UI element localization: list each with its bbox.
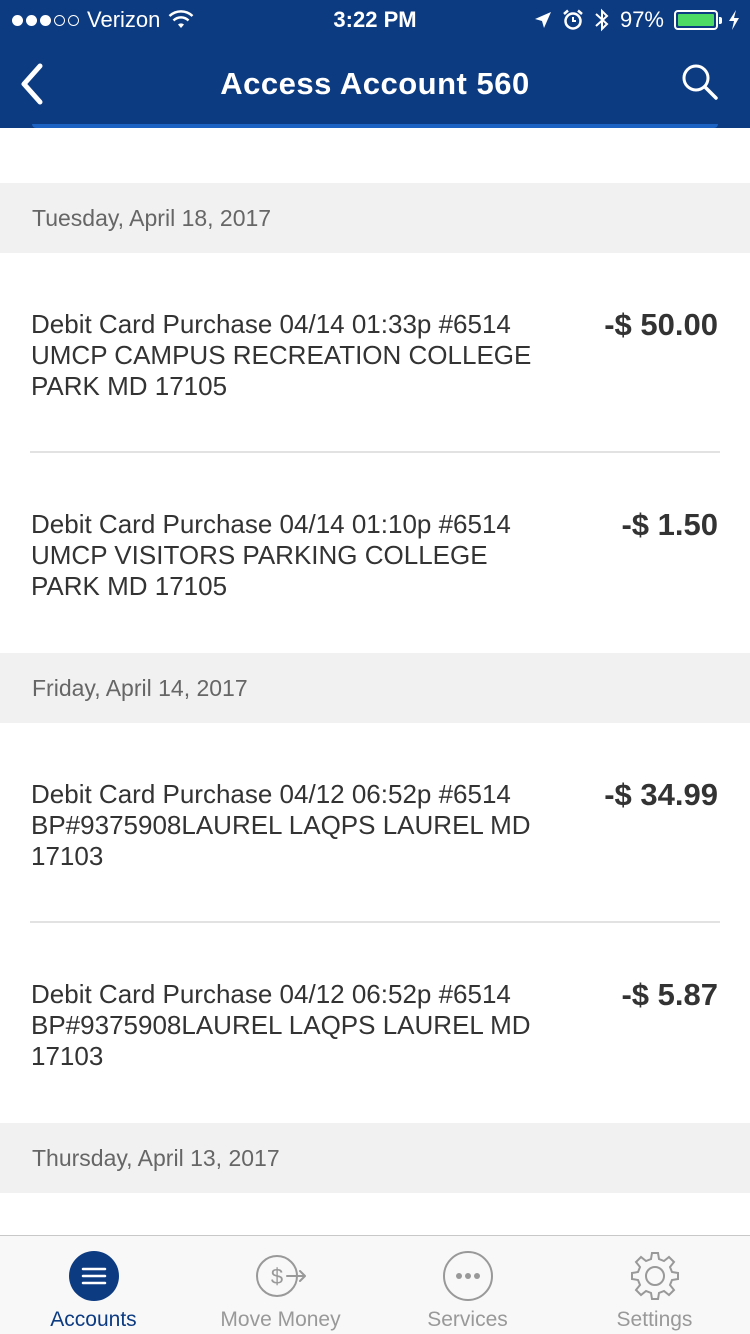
dollar-transfer-icon: $ — [255, 1255, 306, 1297]
battery-icon — [674, 10, 722, 30]
gear-icon — [630, 1252, 679, 1300]
charging-bolt-icon — [729, 10, 739, 30]
tab-settings[interactable]: Settings — [561, 1236, 748, 1334]
transaction-row[interactable]: Debit Card Purchase 04/12 06:52p #6514 B… — [0, 923, 750, 1123]
search-icon — [682, 64, 718, 100]
app-header: Verizon 3:22 PM 97% Access Account 560 — [0, 0, 750, 128]
battery-level — [678, 14, 714, 26]
transaction-row[interactable]: Debit Card Purchase 04/14 01:33p #6514 U… — [0, 253, 750, 453]
more-dots-icon — [442, 1251, 493, 1301]
tab-label: Move Money — [220, 1308, 341, 1331]
tab-services[interactable]: Services — [374, 1236, 561, 1334]
navigation-bar: Access Account 560 — [0, 40, 750, 128]
status-right: 97% — [534, 7, 740, 33]
location-arrow-icon — [534, 12, 551, 28]
transaction-description: Debit Card Purchase 04/12 06:52p #6514 B… — [31, 779, 531, 871]
search-button[interactable] — [680, 62, 720, 102]
date-header: Thursday, April 13, 2017 — [0, 1123, 750, 1193]
transaction-row[interactable]: Debit Card Purchase 04/14 01:10p #6514 U… — [0, 453, 750, 653]
transaction-amount: -$ 34.99 — [604, 777, 718, 812]
transaction-amount: -$ 1.50 — [621, 507, 718, 542]
tab-label: Accounts — [50, 1308, 137, 1331]
list-top-spacer — [0, 128, 750, 183]
transaction-row[interactable]: Debit Card Purchase 04/12 06:52p #6514 B… — [0, 723, 750, 923]
menu-icon — [68, 1251, 119, 1301]
tab-label: Services — [427, 1308, 508, 1331]
tab-label: Settings — [616, 1308, 693, 1331]
battery-percent: 97% — [619, 7, 664, 32]
transaction-list[interactable]: Tuesday, April 18, 2017 Debit Card Purch… — [0, 128, 750, 1235]
transaction-amount: -$ 50.00 — [604, 307, 718, 342]
tab-accounts[interactable]: Accounts — [0, 1236, 187, 1334]
transaction-description: Debit Card Purchase 04/14 01:33p #6514 U… — [31, 309, 532, 401]
alarm-clock-icon — [563, 9, 583, 30]
transaction-description: Debit Card Purchase 04/14 01:10p #6514 U… — [31, 509, 511, 601]
transaction-description: Debit Card Purchase 04/12 06:52p #6514 B… — [31, 979, 531, 1071]
svg-text:$: $ — [270, 1264, 282, 1289]
tab-bar: Accounts $ Move Money Services Settings — [0, 1235, 750, 1334]
transaction-amount: -$ 5.87 — [621, 977, 718, 1012]
battery-tip — [719, 17, 722, 24]
status-bar: Verizon 3:22 PM 97% — [0, 0, 750, 40]
date-header: Friday, April 14, 2017 — [0, 653, 750, 723]
page-title: Access Account 560 — [220, 66, 530, 101]
bluetooth-icon — [595, 8, 609, 32]
date-header: Tuesday, April 18, 2017 — [0, 183, 750, 253]
tab-move-money[interactable]: $ Move Money — [187, 1236, 374, 1334]
